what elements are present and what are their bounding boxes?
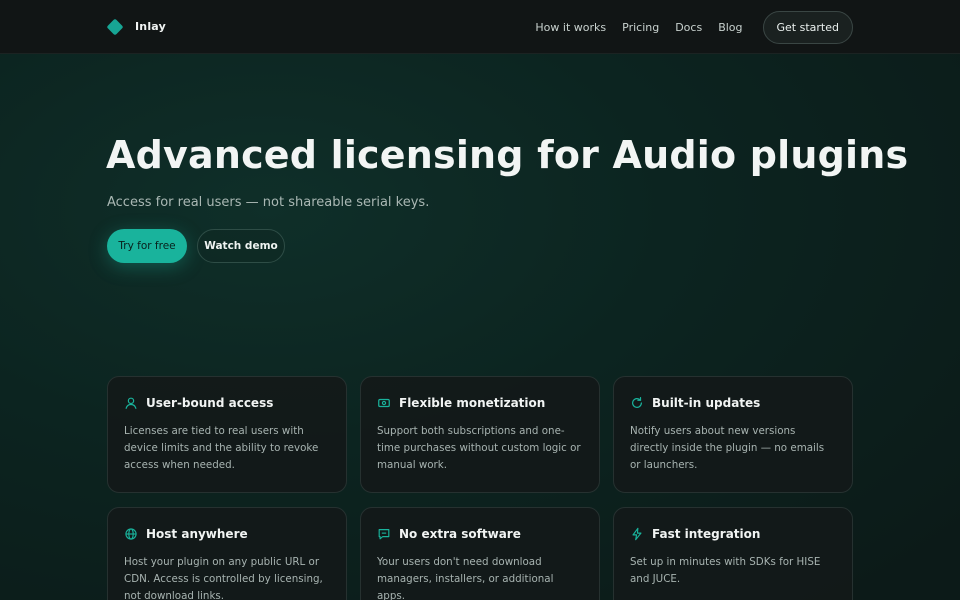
feature-title: Built-in updates [652,396,761,410]
brand-name: Inlay [135,20,166,33]
watch-demo-button[interactable]: Watch demo [197,229,285,263]
nav-link-pricing[interactable]: Pricing [622,12,659,44]
hero-subtitle: Access for real users — not shareable se… [107,195,430,210]
feature-card-no-extra-software: No extra software Your users don't need … [360,507,600,600]
globe-icon [124,527,138,541]
hero-title: Advanced licensing for Audio plugins [106,133,909,177]
nav-link-blog[interactable]: Blog [718,12,742,44]
top-nav: Inlay How it works Pricing Docs Blog Get… [0,0,960,54]
feature-card-built-in-updates: Built-in updates Notify users about new … [613,376,853,493]
feature-title: Flexible monetization [399,396,546,410]
diamond-logo-icon [106,18,124,35]
feature-title: Host anywhere [146,527,248,541]
nav-links: How it works Pricing Docs Blog Get start… [535,11,853,44]
feature-description: Your users don't need download managers,… [377,556,554,600]
feature-title: No extra software [399,527,521,541]
brand[interactable]: Inlay [106,18,166,35]
feature-description: Notify users about new versions directly… [630,425,825,471]
user-icon [124,396,138,410]
feature-description: Licenses are tied to real users with dev… [124,425,319,471]
feature-card-host-anywhere: Host anywhere Host your plugin on any pu… [107,507,347,600]
feature-card-fast-integration: Fast integration Set up in minutes with … [613,507,853,600]
message-icon [377,527,391,541]
feature-card-user-bound-access: User-bound access Licenses are tied to r… [107,376,347,493]
feature-title: User-bound access [146,396,274,410]
try-for-free-button[interactable]: Try for free [107,229,187,263]
get-started-button[interactable]: Get started [762,11,853,44]
nav-link-docs[interactable]: Docs [675,12,702,44]
lightning-icon [630,527,644,541]
feature-description: Set up in minutes with SDKs for HISE and… [630,556,821,585]
feature-title: Fast integration [652,527,761,541]
feature-description: Host your plugin on any public URL or CD… [124,556,323,600]
feature-description: Support both subscriptions and one-time … [377,425,581,471]
feature-card-flexible-monetization: Flexible monetization Support both subsc… [360,376,600,493]
nav-link-how-it-works[interactable]: How it works [535,12,606,44]
refresh-icon [630,396,644,410]
money-icon [377,396,391,410]
